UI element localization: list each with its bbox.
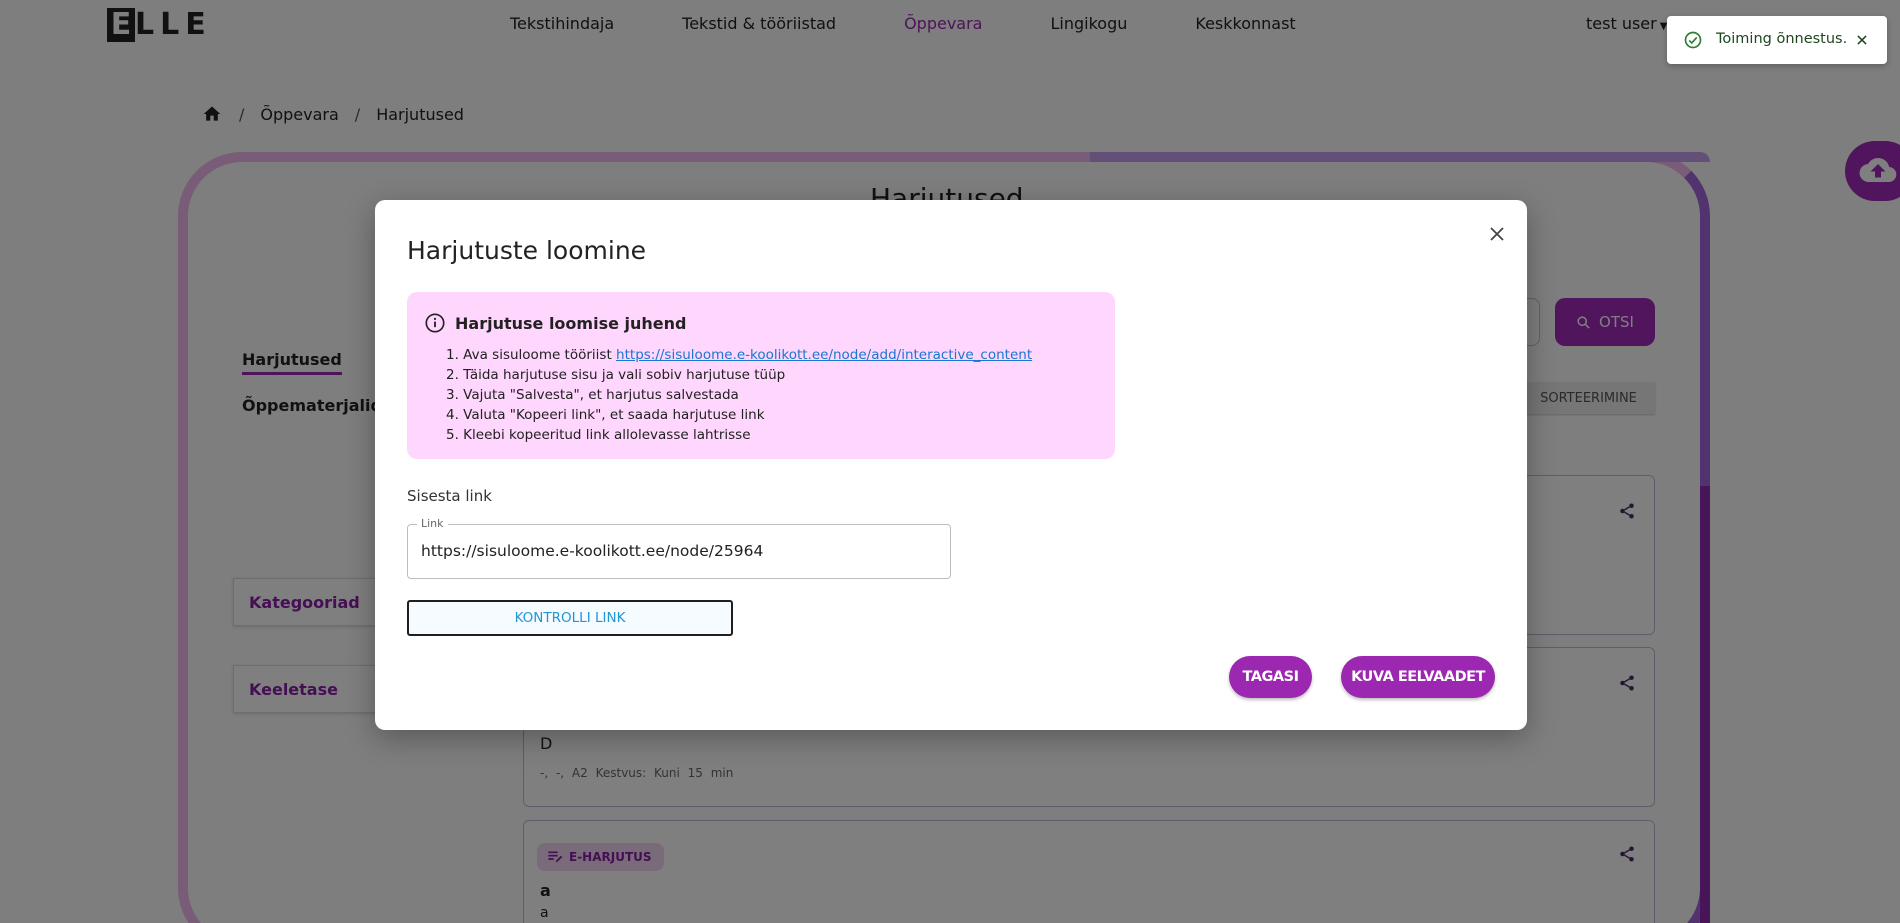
guide-step-text: 1. Ava sisuloome tööriist [446, 347, 616, 363]
guide-step: 3. Vajuta "Salvesta", et harjutus salves… [446, 385, 1032, 405]
info-icon [424, 312, 446, 334]
check-link-button[interactable]: KONTROLLI LINK [407, 600, 733, 636]
back-button[interactable]: TAGASI [1229, 656, 1312, 698]
success-toast: Toiming õnnestus. [1667, 16, 1887, 64]
link-field-legend: Link [417, 517, 448, 530]
guide-title: Harjutuse loomise juhend [455, 314, 686, 333]
sisuloome-link[interactable]: https://sisuloome.e-koolikott.ee/node/ad… [616, 347, 1032, 363]
check-circle-icon [1683, 30, 1703, 50]
guide-box: Harjutuse loomise juhend 1. Ava sisuloom… [407, 292, 1115, 459]
close-icon[interactable] [1485, 222, 1509, 246]
guide-step: 1. Ava sisuloome tööriist https://sisulo… [446, 345, 1032, 365]
dialog-title: Harjutuste loomine [407, 236, 646, 265]
toast-message: Toiming õnnestus. [1716, 31, 1847, 47]
link-input[interactable] [421, 542, 941, 560]
guide-steps: 1. Ava sisuloome tööriist https://sisulo… [446, 345, 1032, 445]
guide-step: 4. Valuta "Kopeeri link", et saada harju… [446, 405, 1032, 425]
close-icon[interactable] [1855, 33, 1869, 47]
link-field: Link [407, 524, 951, 579]
embed-link-label: Sisesta link [407, 487, 492, 505]
guide-step: 2. Täida harjutuse sisu ja vali sobiv ha… [446, 365, 1032, 385]
preview-button[interactable]: KUVA EELVAADET [1341, 656, 1495, 698]
guide-header: Harjutuse loomise juhend [424, 312, 686, 334]
create-exercise-dialog: Harjutuste loomine Harjutuse loomise juh… [375, 200, 1527, 730]
guide-step: 5. Kleebi kopeeritud link allolevasse la… [446, 425, 1032, 445]
